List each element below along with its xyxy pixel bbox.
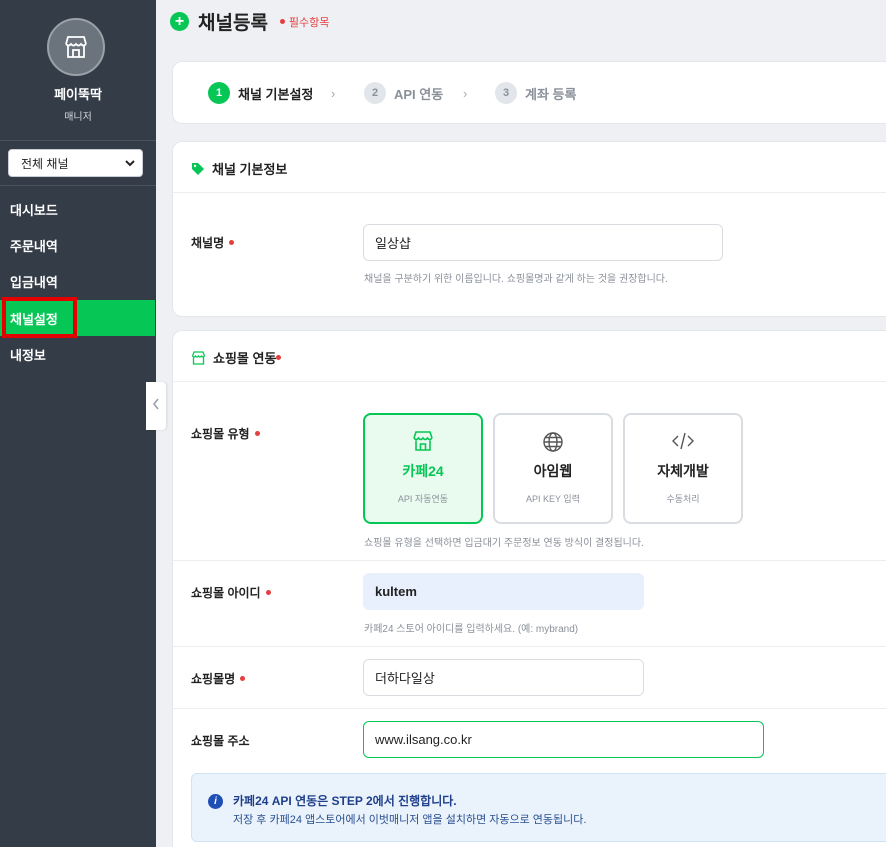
- sidebar-item-label: 주문내역: [10, 238, 58, 254]
- chevron-right-icon: ›: [331, 86, 336, 101]
- channel-select[interactable]: 전체 채널: [8, 149, 143, 177]
- sidebar-item-label: 내정보: [10, 347, 46, 363]
- option-name: 아임웹: [533, 463, 573, 479]
- field-label-text: 쇼핑몰명: [191, 672, 236, 686]
- step-label: API 연동: [394, 86, 444, 102]
- mall-type-help: 쇼핑몰 유형을 선택하면 입금대기 주문정보 연동 방식이 결정됩니다.: [364, 538, 644, 549]
- step-label: 계좌 등록: [525, 86, 577, 102]
- input-value: 일상샵: [375, 236, 411, 251]
- option-desc: API KEY 입력: [526, 494, 580, 504]
- mall-type-imweb[interactable]: 아임웹 API KEY 입력: [493, 413, 613, 524]
- field-divider: [173, 708, 886, 709]
- step-indicator: 1 채널 기본설정 › 2 API 연동 › 3 계좌 등록: [172, 61, 886, 124]
- store-icon: [365, 431, 481, 451]
- required-dot-icon: [276, 355, 282, 360]
- option-desc: API 자동연동: [397, 494, 449, 504]
- plus-icon: +: [170, 12, 189, 31]
- option-name: 카페24: [402, 463, 444, 479]
- required-note-text: 필수항목: [288, 16, 330, 29]
- required-dot-icon: [240, 676, 246, 681]
- info-notice: i 카페24 API 연동은 STEP 2에서 진행합니다. 저장 후 카페24…: [191, 773, 886, 842]
- input-value: 더하다일상: [375, 671, 435, 686]
- sidebar-item-deposits[interactable]: 입금내역: [0, 263, 156, 299]
- mall-id-input[interactable]: kultem: [363, 573, 644, 610]
- field-divider: [173, 560, 886, 561]
- mall-id-label: 쇼핑몰 아이디: [191, 584, 271, 601]
- section-title: 채널 기본정보: [191, 159, 287, 178]
- mall-type-cafe24[interactable]: 카페24 API 자동연동: [363, 413, 483, 524]
- sidebar-item-orders[interactable]: 주문내역: [0, 227, 156, 263]
- mall-integration-card: 쇼핑몰 연동 쇼핑몰 유형 카페24 API 자동연동 아임웹 API KEY …: [172, 330, 886, 847]
- field-divider: [173, 646, 886, 647]
- channel-name-input[interactable]: 일상샵: [363, 224, 723, 261]
- step-number: 1: [208, 82, 230, 104]
- sidebar: 페이뚝딱 매니저 전체 채널 대시보드 주문내역 입금내역 채널설정 내정보: [0, 0, 156, 847]
- channel-name-help: 채널을 구분하기 위한 이름입니다. 쇼핑몰명과 같게 하는 것을 권장합니다.: [364, 274, 668, 285]
- store-icon: [191, 350, 206, 365]
- field-label-text: 쇼핑몰 주소: [191, 734, 250, 748]
- input-value: www.ilsang.co.kr: [375, 732, 472, 747]
- mall-name-label: 쇼핑몰명: [191, 670, 246, 687]
- sidebar-divider: [0, 140, 156, 141]
- input-value: kultem: [375, 584, 417, 599]
- brand-subtitle: 매니저: [64, 112, 92, 123]
- mall-name-input[interactable]: 더하다일상: [363, 659, 644, 696]
- globe-icon: [495, 431, 611, 453]
- section-divider: [173, 381, 886, 382]
- info-icon: i: [208, 794, 223, 809]
- mall-type-label: 쇼핑몰 유형: [191, 425, 260, 442]
- chevron-right-icon: ›: [463, 86, 468, 101]
- page-title: 채널등록: [198, 13, 268, 34]
- mall-address-label: 쇼핑몰 주소: [191, 732, 250, 749]
- step-2: 2 API 연동: [364, 82, 443, 104]
- mall-type-custom[interactable]: 자체개발 수동처리: [623, 413, 743, 524]
- basic-info-card: 채널 기본정보 채널명 일상샵 채널을 구분하기 위한 이름입니다. 쇼핑몰명과…: [172, 141, 886, 317]
- sidebar-item-my-info[interactable]: 내정보: [0, 336, 156, 372]
- channel-select-value: 전체 채널: [21, 156, 69, 171]
- section-divider: [173, 192, 886, 193]
- field-label-text: 채널명: [191, 236, 225, 250]
- sidebar-collapse-button[interactable]: [146, 382, 166, 430]
- brand-name: 페이뚝딱: [54, 87, 102, 102]
- highlight-box: [2, 297, 77, 338]
- code-icon: [625, 431, 741, 451]
- step-3: 3 계좌 등록: [495, 82, 576, 104]
- required-dot-icon: [265, 590, 271, 595]
- required-note: 필수항목: [279, 14, 330, 30]
- section-title-text: 채널 기본정보: [212, 162, 288, 177]
- sidebar-item-label: 입금내역: [10, 274, 58, 290]
- chevron-down-icon: [124, 157, 136, 172]
- option-desc: 수동처리: [666, 494, 700, 504]
- tag-icon: [191, 162, 205, 176]
- field-label-text: 쇼핑몰 아이디: [191, 586, 261, 600]
- step-number: 2: [364, 82, 386, 104]
- field-label-text: 쇼핑몰 유형: [191, 427, 250, 441]
- store-logo-icon: [47, 18, 105, 76]
- step-label: 채널 기본설정: [238, 86, 314, 102]
- channel-name-label: 채널명: [191, 234, 235, 251]
- mall-address-input[interactable]: www.ilsang.co.kr: [363, 721, 764, 758]
- section-title: 쇼핑몰 연동: [191, 348, 282, 367]
- notice-desc: 저장 후 카페24 앱스토어에서 이벗매니저 앱을 설치하면 자동으로 연동됩니…: [233, 814, 587, 826]
- sidebar-item-label: 대시보드: [10, 202, 58, 218]
- required-dot-icon: [279, 19, 285, 24]
- required-dot-icon: [229, 240, 235, 245]
- sidebar-divider: [0, 185, 156, 186]
- chevron-left-icon: [152, 397, 160, 415]
- step-1: 1 채널 기본설정: [208, 82, 313, 104]
- step-number: 3: [495, 82, 517, 104]
- section-title-text: 쇼핑몰 연동: [213, 351, 277, 366]
- sidebar-item-dashboard[interactable]: 대시보드: [0, 191, 156, 227]
- option-name: 자체개발: [657, 463, 709, 479]
- mall-id-help: 카페24 스토어 아이디를 입력하세요. (예: mybrand): [364, 624, 579, 635]
- required-dot-icon: [254, 431, 260, 436]
- page-header: + 채널등록 필수항목: [170, 8, 329, 35]
- notice-title: 카페24 API 연동은 STEP 2에서 진행합니다.: [233, 794, 457, 808]
